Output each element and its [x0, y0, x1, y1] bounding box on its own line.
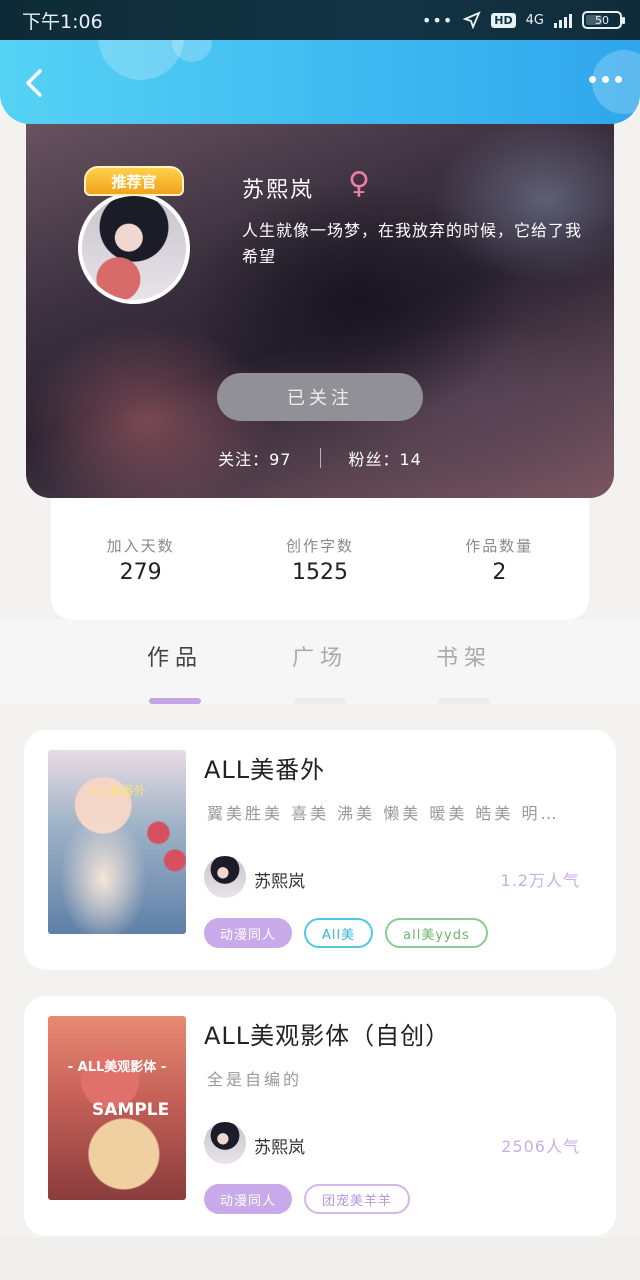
cover-text: - ALL美观影体 - — [67, 1060, 167, 1075]
profile-bio: 人生就像一场梦，在我放弃的时候，它给了我希望 — [242, 221, 583, 266]
tag[interactable]: 团宠美羊羊 — [304, 1184, 411, 1214]
tab-works[interactable]: 作品 — [130, 640, 220, 704]
back-arrow-icon[interactable] — [22, 68, 48, 98]
work-title[interactable]: ALL美番外 — [204, 750, 325, 785]
cover-text: ALL美番外 — [88, 784, 146, 798]
work-popularity: 1.2万人气 — [500, 871, 580, 890]
stat-label: 加入天数 — [106, 537, 175, 555]
cover-sample-text: SAMPLE — [92, 1100, 170, 1120]
tab-bookshelf[interactable]: 书架 — [419, 640, 509, 704]
female-gender-icon: ♀ — [348, 166, 370, 201]
network-label: 4G — [525, 12, 544, 28]
stat-word-count: 创作字数 1525 — [245, 535, 395, 585]
work-tags: 动漫同人 团宠美羊羊 — [204, 1184, 411, 1214]
tab-square[interactable]: 广场 — [275, 640, 365, 704]
bottom-spacer — [0, 1238, 640, 1280]
stat-join-days: 加入天数 279 — [66, 535, 216, 585]
tab-bar: 作品 广场 书架 — [0, 620, 640, 704]
work-description: 全是自编的 — [207, 1070, 303, 1089]
work-card[interactable]: - ALL美观影体 - SAMPLE ALL美观影体（自创） 全是自编的 苏熙岚… — [24, 996, 616, 1236]
nav-header — [0, 40, 640, 124]
tag[interactable]: All美 — [304, 918, 374, 948]
work-description: 翼美胜美 喜美 沸美 懒美 暖美 皓美 明… — [207, 804, 560, 823]
profile-name: 苏熙岚 — [242, 178, 315, 203]
stat-value: 1525 — [291, 560, 348, 585]
signal-icon — [554, 12, 572, 28]
status-bar: 下午1:06 ••• HD 4G 50 — [0, 0, 640, 40]
work-popularity: 2506人气 — [501, 1137, 580, 1156]
work-cover[interactable]: ALL美番外 — [48, 750, 186, 934]
hd-badge: HD — [491, 12, 516, 28]
followed-button[interactable]: 已关注 — [217, 373, 423, 421]
work-cover[interactable]: - ALL美观影体 - SAMPLE — [48, 1016, 186, 1200]
location-arrow-icon — [463, 11, 482, 29]
tab-indicator — [294, 698, 346, 704]
more-notifications-icon: ••• — [421, 10, 454, 30]
decor-bubble — [98, 40, 184, 80]
recommender-badge: 推荐官 — [84, 166, 184, 196]
stat-works-count: 作品数量 2 — [424, 535, 574, 585]
tag[interactable]: 动漫同人 — [204, 918, 293, 948]
fans-count[interactable]: 粉丝：14 — [349, 446, 422, 470]
status-icons: ••• HD 4G 50 — [421, 10, 625, 30]
profile-avatar-wrap: 推荐官 — [78, 166, 190, 304]
work-card[interactable]: ALL美番外 ALL美番外 翼美胜美 喜美 沸美 懒美 暖美 皓美 明… 苏熙岚… — [24, 730, 616, 970]
tag[interactable]: 动漫同人 — [204, 1184, 293, 1214]
work-author[interactable]: 苏熙岚 — [254, 867, 305, 892]
stat-label: 创作字数 — [285, 537, 354, 555]
divider — [319, 448, 321, 468]
stat-label: 作品数量 — [465, 537, 534, 555]
stat-value: 2 — [492, 560, 507, 585]
tab-indicator — [438, 698, 490, 704]
profile-hero: 推荐官 苏熙岚 ♀ 人生就像一场梦，在我放弃的时候，它给了我希望 已关注 关注：… — [26, 110, 614, 498]
avatar[interactable] — [204, 1122, 246, 1164]
more-options-icon[interactable] — [589, 76, 622, 83]
work-author[interactable]: 苏熙岚 — [254, 1133, 305, 1158]
avatar[interactable] — [204, 856, 246, 898]
follow-stats: 关注：97 粉丝：14 — [26, 446, 614, 470]
following-count[interactable]: 关注：97 — [218, 446, 291, 470]
battery-text: 50 — [595, 13, 609, 27]
tab-label: 广场 — [291, 646, 348, 671]
tab-label: 作品 — [146, 646, 203, 671]
tag[interactable]: all美yyds — [385, 918, 488, 948]
work-tags: 动漫同人 All美 all美yyds — [204, 918, 488, 948]
status-time: 下午1:06 — [22, 10, 103, 33]
avatar[interactable] — [78, 192, 190, 304]
stats-card: 加入天数 279 创作字数 1525 作品数量 2 — [51, 496, 589, 620]
battery-icon: 50 — [582, 11, 625, 29]
stat-value: 279 — [119, 560, 162, 585]
tab-indicator — [149, 698, 201, 704]
tab-label: 书架 — [435, 646, 492, 671]
work-title[interactable]: ALL美观影体（自创） — [204, 1016, 450, 1051]
